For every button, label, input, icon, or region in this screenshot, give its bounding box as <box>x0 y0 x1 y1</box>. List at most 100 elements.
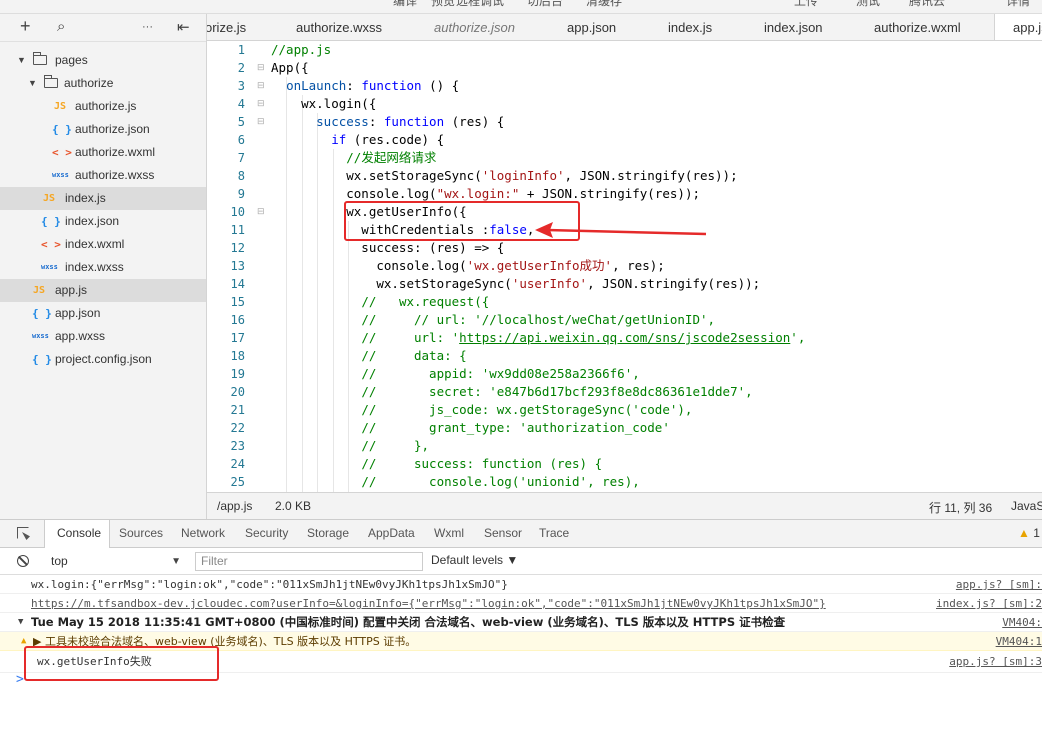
tab-sources[interactable]: Sources <box>119 526 163 540</box>
tree-item-app-wxss[interactable]: wxss app.wxss <box>7 325 206 348</box>
tree-item-app-js[interactable]: JS app.js <box>0 279 206 302</box>
code-line: // grant_type: 'authorization_code' <box>361 420 670 435</box>
tab-security[interactable]: Security <box>245 526 288 540</box>
test-button[interactable]: 测试 <box>856 0 880 9</box>
message-text[interactable]: https://m.tfsandbox-dev.jcloudec.com?use… <box>31 594 826 612</box>
line-number: 8 <box>237 169 245 183</box>
tab-authorize-wxml[interactable]: authorize.wxml <box>874 14 961 40</box>
tree-item-label: app.json <box>55 306 101 320</box>
wxss-file-icon: wxss <box>32 332 49 340</box>
line-number: 6 <box>237 133 245 147</box>
fold-marker-icon[interactable]: ⊟ <box>257 98 265 109</box>
line-number: 18 <box>230 349 245 363</box>
console-prompt[interactable]: > <box>16 672 24 687</box>
tab-authorize-json[interactable]: authorize.json <box>434 14 515 40</box>
code-line: wx.setStorageSync('loginInfo', JSON.stri… <box>271 168 738 183</box>
json-file-icon: { } <box>41 215 61 228</box>
tab-wxml[interactable]: Wxml <box>434 526 464 540</box>
tree-item-authorize-js[interactable]: JS authorize.js <box>7 95 206 118</box>
line-number: 20 <box>230 385 245 399</box>
line-number: 19 <box>230 367 245 381</box>
line-number: 14 <box>230 277 245 291</box>
search-icon[interactable]: ⌕ <box>57 18 65 35</box>
upload-button[interactable]: 上传 <box>794 0 818 9</box>
tab-authorize-wxss[interactable]: authorize.wxss <box>296 14 382 40</box>
inspect-element-icon[interactable] <box>17 527 29 539</box>
code-line: // appid: 'wx9dd08e258a2366f6', <box>361 366 640 381</box>
file-explorer: + ⌕ ··· ⇤ ▼ pages ▼ authorize JS authori… <box>0 14 207 519</box>
tree-item-index-wxml[interactable]: < > index.wxml <box>7 233 206 256</box>
js-file-icon: JS <box>33 285 46 296</box>
line-number: 11 <box>230 223 245 237</box>
code-line: console.log('wx.getUserInfo成功', res); <box>271 258 665 273</box>
tab-app-js[interactable]: app.js <box>994 14 1042 40</box>
tree-item-label: authorize <box>64 76 114 90</box>
tree-item-index-js[interactable]: JS index.js <box>0 187 206 210</box>
clear-cache-button[interactable]: 清缓存 <box>586 0 622 9</box>
tab-sensor[interactable]: Sensor <box>484 526 522 540</box>
tree-item-label: index.wxml <box>65 237 125 251</box>
tree-item-authorize-json[interactable]: { } authorize.json <box>7 118 206 141</box>
tree-item-authorize-wxml[interactable]: < > authorize.wxml <box>7 141 206 164</box>
code-editor[interactable]: 1 2 3 4 5 6 7 8 9 10 11 12 13 14 15 16 1… <box>207 41 1042 492</box>
code-line: // url: 'https://api.weixin.qq.com/sns/j… <box>361 330 806 345</box>
console-group-message[interactable]: ▼ Tue May 15 2018 11:35:41 GMT+0800 (中国标… <box>0 613 1042 632</box>
group-expand-icon[interactable]: ▼ <box>18 613 23 631</box>
message-source-link[interactable]: index.js? [sm]:2 <box>936 594 1042 612</box>
add-file-icon[interactable]: + <box>20 16 31 37</box>
tab-index-js[interactable]: index.js <box>668 14 712 40</box>
message-source-link[interactable]: app.js? [sm]: <box>956 575 1042 593</box>
tree-item-index-wxss[interactable]: wxss index.wxss <box>7 256 206 279</box>
tree-item-label: authorize.wxss <box>75 168 155 182</box>
line-number: 12 <box>230 241 245 255</box>
remote-debug-button[interactable]: 远程调试 <box>456 0 504 9</box>
tree-item-authorize-wxss[interactable]: wxss authorize.wxss <box>7 164 206 187</box>
tab-index-json[interactable]: index.json <box>764 14 823 40</box>
line-number: 21 <box>230 403 245 417</box>
fold-marker-icon[interactable]: ⊟ <box>257 80 265 91</box>
filter-input[interactable]: Filter <box>195 552 423 571</box>
tab-console[interactable]: Console <box>57 526 101 540</box>
collapse-panel-icon[interactable]: ⇤ <box>177 18 190 36</box>
folder-open-icon <box>44 75 58 88</box>
tree-folder-authorize[interactable]: ▼ authorize <box>7 72 206 95</box>
log-levels-select[interactable]: Default levels ▼ <box>431 553 518 567</box>
message-source-link[interactable]: VM404: <box>1002 613 1042 631</box>
tab-appdata[interactable]: AppData <box>368 526 415 540</box>
tab-storage[interactable]: Storage <box>307 526 349 540</box>
tencent-cloud-button[interactable]: 腾讯云 <box>909 0 945 9</box>
tab-trace[interactable]: Trace <box>539 526 569 540</box>
tab-app-json[interactable]: app.json <box>567 14 616 40</box>
line-number: 13 <box>230 259 245 273</box>
tab-network[interactable]: Network <box>181 526 225 540</box>
clear-console-icon[interactable] <box>17 555 29 567</box>
tab-authorize-js[interactable]: orize.js <box>207 14 246 40</box>
preview-button[interactable]: 预览 <box>431 0 455 9</box>
details-button[interactable]: 详情 <box>1006 0 1030 9</box>
background-button[interactable]: 切后台 <box>527 0 563 9</box>
code-line: // js_code: wx.getStorageSync('code'), <box>361 402 693 417</box>
context-select[interactable]: top ▼ <box>45 552 185 571</box>
tree-item-project-config-json[interactable]: { } project.config.json <box>7 348 206 371</box>
tree-item-app-json[interactable]: { } app.json <box>7 302 206 325</box>
top-toolbar-strip: 编译 预览 远程调试 切后台 清缓存 上传 测试 腾讯云 详情 <box>0 0 1042 14</box>
code-line: //app.js <box>271 42 332 57</box>
fold-marker-icon[interactable]: ⊟ <box>257 62 265 73</box>
message-source-link[interactable]: app.js? [sm]:3 <box>949 651 1042 672</box>
more-icon[interactable]: ··· <box>142 21 153 33</box>
file-path: /app.js <box>217 499 253 513</box>
console-message: wx.login:{"errMsg":"login:ok","code":"01… <box>0 575 1042 594</box>
message-text: Tue May 15 2018 11:35:41 GMT+0800 (中国标准时… <box>31 615 786 629</box>
tree-item-index-json[interactable]: { } index.json <box>7 210 206 233</box>
tree-folder-pages[interactable]: ▼ pages <box>7 49 206 72</box>
cursor-position[interactable]: 行 11, 列 36 <box>929 499 992 516</box>
message-text: wx.login:{"errMsg":"login:ok","code":"01… <box>31 578 508 591</box>
fold-marker-icon[interactable]: ⊟ <box>257 206 265 217</box>
wxss-file-icon: wxss <box>52 171 69 179</box>
fold-marker-icon[interactable]: ⊟ <box>257 116 265 127</box>
message-source-link[interactable]: VM404:1 <box>996 632 1042 650</box>
warning-count-badge[interactable]: ▲ 1 <box>1018 526 1040 540</box>
context-value: top <box>51 554 68 568</box>
compile-button[interactable]: 编译 <box>393 0 417 9</box>
language-mode[interactable]: JavaS <box>1011 499 1042 513</box>
